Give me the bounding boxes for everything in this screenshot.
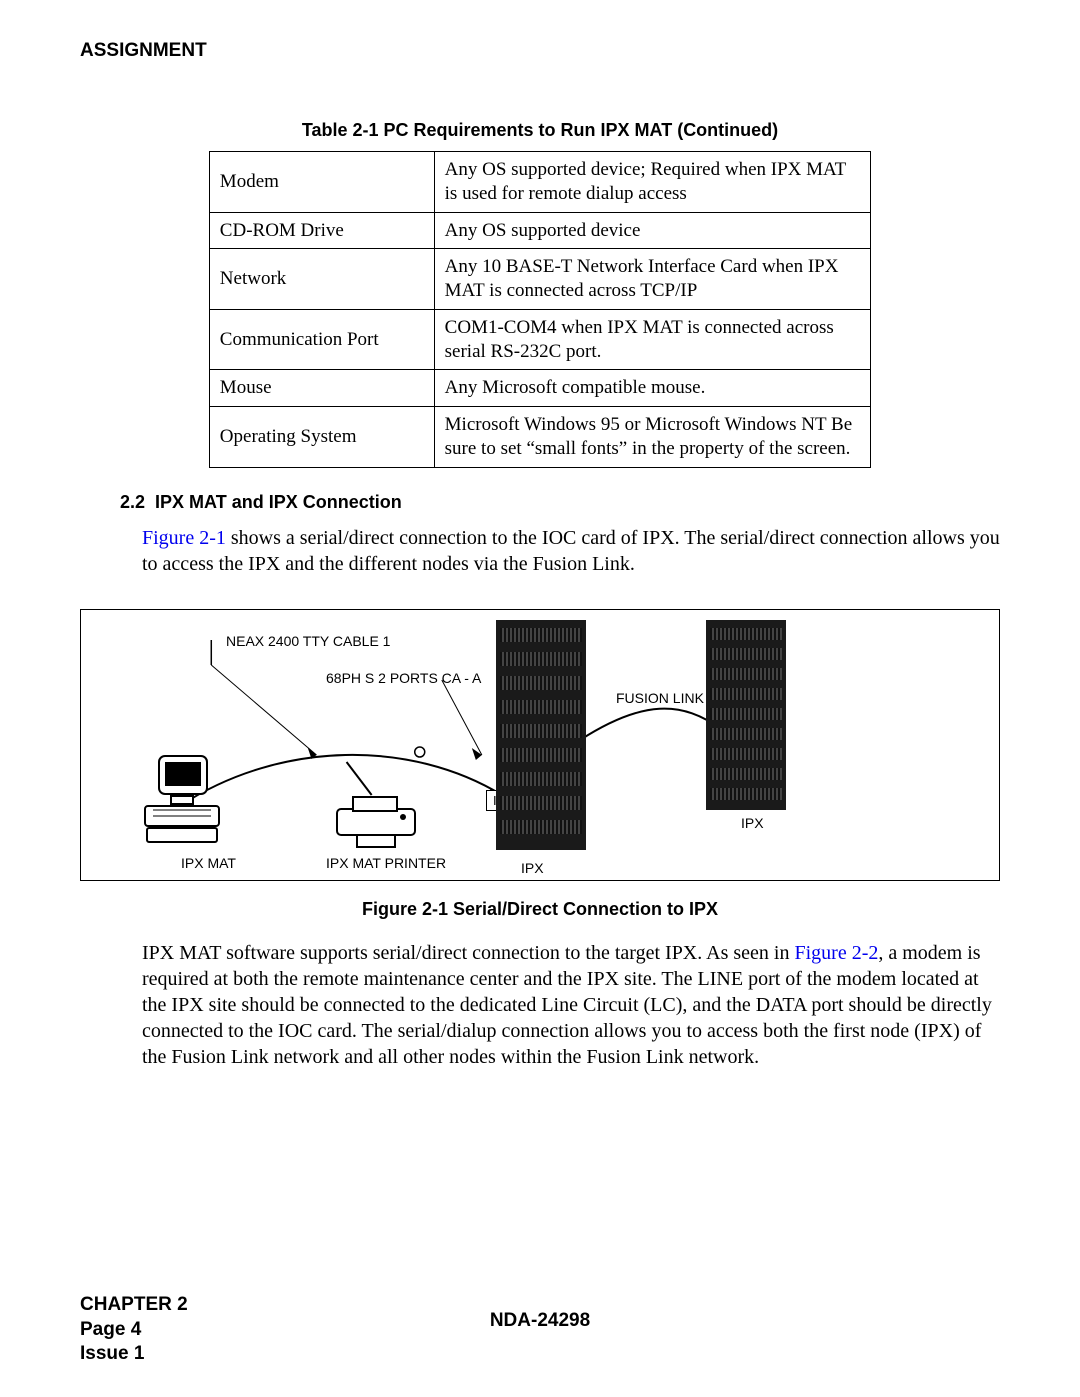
figure-ref-link[interactable]: Figure 2-1 [142, 527, 226, 549]
requirements-table: Modem Any OS supported device; Required … [209, 151, 871, 468]
label-ipx-left: IPX [521, 860, 544, 876]
req-val: Any Microsoft compatible mouse. [434, 370, 871, 407]
table-row: Network Any 10 BASE-T Network Interface … [209, 249, 870, 310]
paragraph-text: IPX MAT software supports serial/direct … [142, 942, 794, 964]
req-val: Microsoft Windows 95 or Microsoft Window… [434, 407, 871, 468]
label-68ph-ports: 68PH S 2 PORTS CA - A [326, 670, 481, 686]
req-key: Operating System [209, 407, 434, 468]
figure-caption: Figure 2-1 Serial/Direct Connection to I… [80, 899, 1000, 920]
label-ipx-right: IPX [741, 815, 764, 831]
table-row: Modem Any OS supported device; Required … [209, 152, 870, 213]
paragraph-text: shows a serial/direct connection to the … [142, 527, 1000, 575]
label-ipx-mat: IPX MAT [181, 855, 236, 871]
label-neax-cable: NEAX 2400 TTY CABLE 1 [226, 633, 390, 649]
req-key: Modem [209, 152, 434, 213]
section-number: 2.2 [120, 492, 145, 512]
req-key: Mouse [209, 370, 434, 407]
label-ipx-mat-printer: IPX MAT PRINTER [326, 855, 446, 871]
req-val: Any 10 BASE-T Network Interface Card whe… [434, 249, 871, 310]
req-key: Communication Port [209, 309, 434, 370]
req-val: COM1-COM4 when IPX MAT is connected acro… [434, 309, 871, 370]
footer-chapter: CHAPTER 2 [80, 1293, 188, 1318]
footer-block: CHAPTER 2 Page 4 Issue 1 [80, 1293, 188, 1367]
page-header: ASSIGNMENT [80, 40, 1000, 62]
figure-2-1: NEAX 2400 TTY CABLE 1 68PH S 2 PORTS CA … [80, 609, 1000, 881]
printer-icon [331, 795, 421, 850]
paragraph: IPX MAT software supports serial/direct … [142, 940, 1000, 1070]
rack-right-icon [706, 620, 786, 810]
req-val: Any OS supported device; Required when I… [434, 152, 871, 213]
table-row: CD-ROM Drive Any OS supported device [209, 212, 870, 249]
section-heading: 2.2 IPX MAT and IPX Connection [120, 492, 1000, 513]
paragraph: Figure 2-1 shows a serial/direct connect… [142, 525, 1000, 577]
section-title: IPX MAT and IPX Connection [155, 492, 402, 512]
table-row: Operating System Microsoft Windows 95 or… [209, 407, 870, 468]
rack-left-icon [496, 620, 586, 850]
computer-icon [141, 750, 231, 850]
table-row: Communication Port COM1-COM4 when IPX MA… [209, 309, 870, 370]
figure-ref-link[interactable]: Figure 2-2 [794, 942, 878, 964]
footer-page: Page 4 [80, 1318, 188, 1343]
req-key: Network [209, 249, 434, 310]
label-fusion-link: FUSION LINK [616, 690, 704, 706]
table-title: Table 2-1 PC Requirements to Run IPX MAT… [80, 120, 1000, 141]
req-val: Any OS supported device [434, 212, 871, 249]
footer-issue: Issue 1 [80, 1342, 188, 1367]
table-row: Mouse Any Microsoft compatible mouse. [209, 370, 870, 407]
req-key: CD-ROM Drive [209, 212, 434, 249]
